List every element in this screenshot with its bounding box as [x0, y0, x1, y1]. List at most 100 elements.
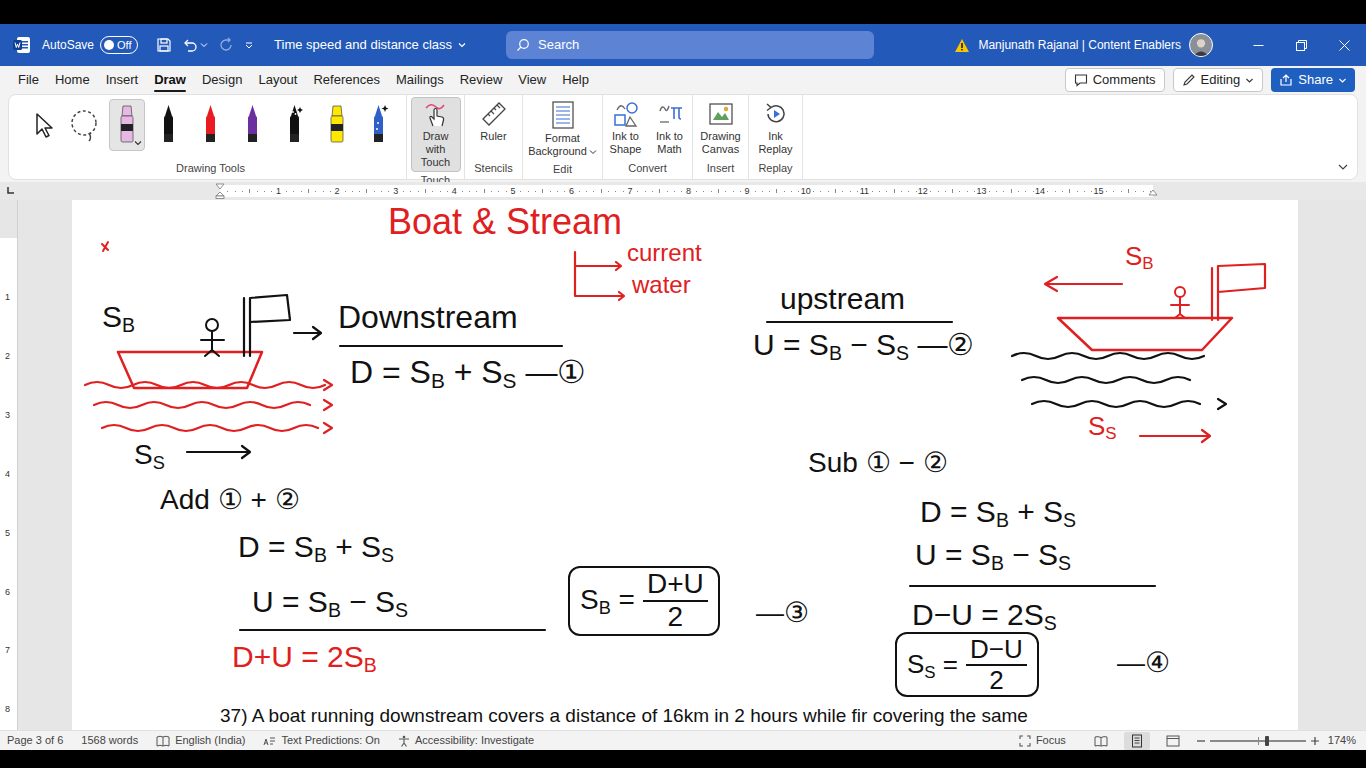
subscript: B	[122, 314, 135, 336]
ruler-mark	[586, 191, 587, 192]
ribbon-tab[interactable]: References	[305, 66, 387, 94]
minimize-icon[interactable]	[1237, 24, 1280, 66]
canvas-button[interactable]: Drawing Canvas	[697, 97, 745, 159]
ruler-button[interactable]: Ruler	[472, 97, 516, 146]
pen-tool[interactable]	[151, 99, 187, 151]
ribbon-tab[interactable]: Design	[194, 66, 250, 94]
select-tool[interactable]	[25, 99, 61, 151]
ruler-number: 5	[510, 185, 515, 197]
autosave-label: AutoSave	[42, 36, 94, 54]
ruler-number: 2	[335, 185, 340, 197]
warning-icon[interactable]	[954, 38, 970, 53]
comments-button[interactable]: Comments	[1065, 68, 1165, 92]
ink-line: Sub ① − ②	[808, 448, 948, 479]
ribbon-tab[interactable]: Home	[47, 66, 98, 94]
ribbon-tab[interactable]: Review	[452, 66, 511, 94]
editing-button[interactable]: Editing	[1173, 68, 1264, 92]
ink-text: —①	[516, 354, 586, 390]
ink-text: S	[580, 584, 599, 615]
math-icon	[656, 100, 684, 128]
ribbon-tab[interactable]: Insert	[98, 66, 147, 94]
focus-button[interactable]: Focus	[1019, 732, 1066, 749]
ruler-mark	[374, 191, 375, 192]
document-title[interactable]: Time speed and distance class	[274, 35, 452, 55]
close-icon[interactable]	[1323, 24, 1366, 66]
zoom-thumb[interactable]	[1265, 736, 1269, 746]
zoom-in-icon[interactable]	[1310, 736, 1320, 746]
zoom-out-icon[interactable]	[1196, 736, 1206, 746]
status-item[interactable]: Text Predictions: On	[263, 732, 379, 749]
ink-text-line: D = SB + SS —①	[350, 354, 586, 390]
save-icon[interactable]	[156, 37, 172, 53]
search-box[interactable]	[506, 31, 874, 59]
title-chevron-icon[interactable]	[457, 40, 467, 50]
ruler-number: 11	[860, 185, 869, 197]
math-button[interactable]: Ink to Math	[650, 97, 690, 159]
pen-tool[interactable]	[235, 99, 271, 151]
status-item[interactable]: Accessibility: Investigate	[398, 732, 534, 749]
background-button[interactable]: Format Background	[526, 97, 600, 161]
document-page[interactable]: Boat & StreamcurrentwaterSBDownstreamD =…	[72, 200, 1298, 730]
undo-icon[interactable]	[182, 37, 198, 53]
ink-text-line: D = SB + SS	[920, 495, 1076, 528]
ruler-mark	[381, 191, 382, 192]
status-item[interactable]: English (India)	[156, 732, 245, 749]
status-right: Focus 174%	[1019, 732, 1366, 750]
tab-stop-icon[interactable]	[6, 186, 15, 195]
highlighter-tool[interactable]	[319, 99, 355, 151]
tab-label: Mailings	[396, 70, 444, 90]
touch-button[interactable]: Draw with Touch	[411, 97, 461, 172]
collapse-ribbon-icon[interactable]	[1337, 161, 1349, 173]
ribbon-tab[interactable]: Layout	[250, 66, 305, 94]
ribbon-group: RulerStencils	[465, 95, 523, 179]
glitter-tool[interactable]	[277, 99, 313, 151]
right-indent-icon[interactable]	[1148, 189, 1158, 197]
ink-line: U = SB − SS	[915, 538, 1071, 571]
ink-text: + S	[445, 354, 503, 390]
ruler-number: 5	[5, 528, 10, 538]
search-icon	[516, 38, 530, 52]
indent-marker-icon[interactable]	[215, 183, 225, 199]
ink-text: S	[907, 649, 924, 679]
view-button[interactable]	[1088, 732, 1114, 750]
galaxy-tool[interactable]	[361, 99, 397, 151]
replay-button[interactable]: Ink Replay	[755, 97, 797, 159]
tab-label: Design	[202, 70, 242, 90]
avatar-icon[interactable]	[1189, 33, 1213, 57]
user-name[interactable]: Manjunath Rajanal | Content Enablers	[978, 36, 1181, 54]
autosave-toggle[interactable]: Off	[100, 36, 138, 54]
undo-dropdown-icon[interactable]	[200, 41, 208, 49]
ruler-mark	[506, 191, 507, 192]
view-button[interactable]	[1160, 732, 1186, 750]
ribbon-tab[interactable]: Mailings	[388, 66, 452, 94]
ribbon-tab[interactable]: View	[510, 66, 554, 94]
ink-text-line: SS	[1088, 411, 1117, 441]
customize-toolbar-icon[interactable]	[244, 40, 254, 50]
zoom-level[interactable]: 174%	[1328, 732, 1356, 749]
status-item[interactable]: 1568 words	[81, 732, 138, 749]
ink-text: S	[134, 439, 153, 470]
tab-label: Layout	[258, 70, 297, 90]
ruler-mark	[440, 191, 441, 192]
ruler-mark	[484, 189, 485, 193]
share-button[interactable]: Share	[1271, 68, 1355, 92]
shape-button[interactable]: Ink to Shape	[606, 97, 646, 159]
search-input[interactable]	[538, 35, 864, 55]
view-button[interactable]	[1124, 732, 1150, 750]
restore-icon[interactable]	[1280, 24, 1323, 66]
ribbon-tab[interactable]: File	[10, 66, 47, 94]
question-paragraph[interactable]: 37) A boat running downstream covers a d…	[220, 705, 1028, 727]
zoom-slider[interactable]	[1210, 740, 1306, 742]
ribbon-tab[interactable]: Draw	[146, 66, 194, 94]
highlighter-tool[interactable]	[109, 99, 145, 151]
ruler-mark	[945, 191, 946, 192]
ribbon-tab[interactable]: Help	[554, 66, 597, 94]
ink-text: U = S	[252, 585, 328, 618]
pen-tool[interactable]	[193, 99, 229, 151]
ruler-mark	[1150, 191, 1151, 192]
status-item[interactable]: Page 3 of 6	[7, 732, 63, 749]
lasso-tool[interactable]	[67, 99, 103, 151]
ruler-mark	[528, 191, 529, 192]
ink-line: SS	[134, 440, 165, 471]
button-label: Editing	[1201, 70, 1241, 90]
